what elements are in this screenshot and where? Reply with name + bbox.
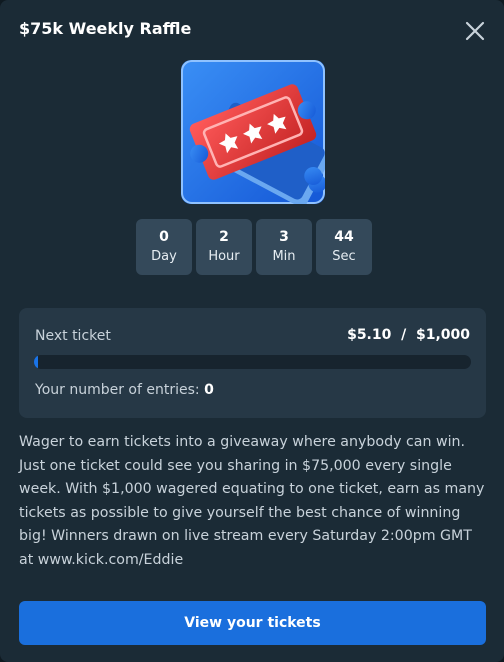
raffle-tickets-icon (181, 60, 325, 204)
countdown-seconds: 44 Sec (316, 219, 372, 275)
countdown-unit: Sec (332, 249, 356, 264)
countdown-value: 44 (334, 229, 354, 245)
next-ticket-label: Next ticket (35, 328, 111, 344)
ticket-progress-card: Next ticket $5.10 / $1,000 Your number o… (19, 308, 486, 418)
modal-title: $75k Weekly Raffle (19, 19, 192, 38)
entries-count: Your number of entries: 0 (35, 382, 214, 398)
countdown-minutes: 3 Min (256, 219, 312, 275)
wager-progress-amount: $5.10 / $1,000 (347, 327, 470, 343)
entries-value: 0 (204, 382, 214, 398)
raffle-modal: $75k Weekly Raffle 0 Day 2 Hour 3 Min 44… (0, 0, 504, 662)
progress-bar-fill (34, 355, 38, 369)
countdown-timer: 0 Day 2 Hour 3 Min 44 Sec (136, 219, 372, 275)
countdown-value: 0 (159, 229, 169, 245)
entries-label: Your number of entries: (35, 382, 205, 398)
countdown-value: 3 (279, 229, 289, 245)
raffle-description: Wager to earn tickets into a giveaway wh… (19, 434, 485, 568)
countdown-unit: Min (272, 249, 296, 264)
countdown-value: 2 (219, 229, 229, 245)
progress-bar (34, 355, 471, 369)
view-tickets-button[interactable]: View your tickets (19, 601, 486, 645)
countdown-unit: Day (151, 249, 177, 264)
close-icon[interactable] (464, 20, 486, 42)
countdown-hours: 2 Hour (196, 219, 252, 275)
countdown-days: 0 Day (136, 219, 192, 275)
countdown-unit: Hour (208, 249, 240, 264)
